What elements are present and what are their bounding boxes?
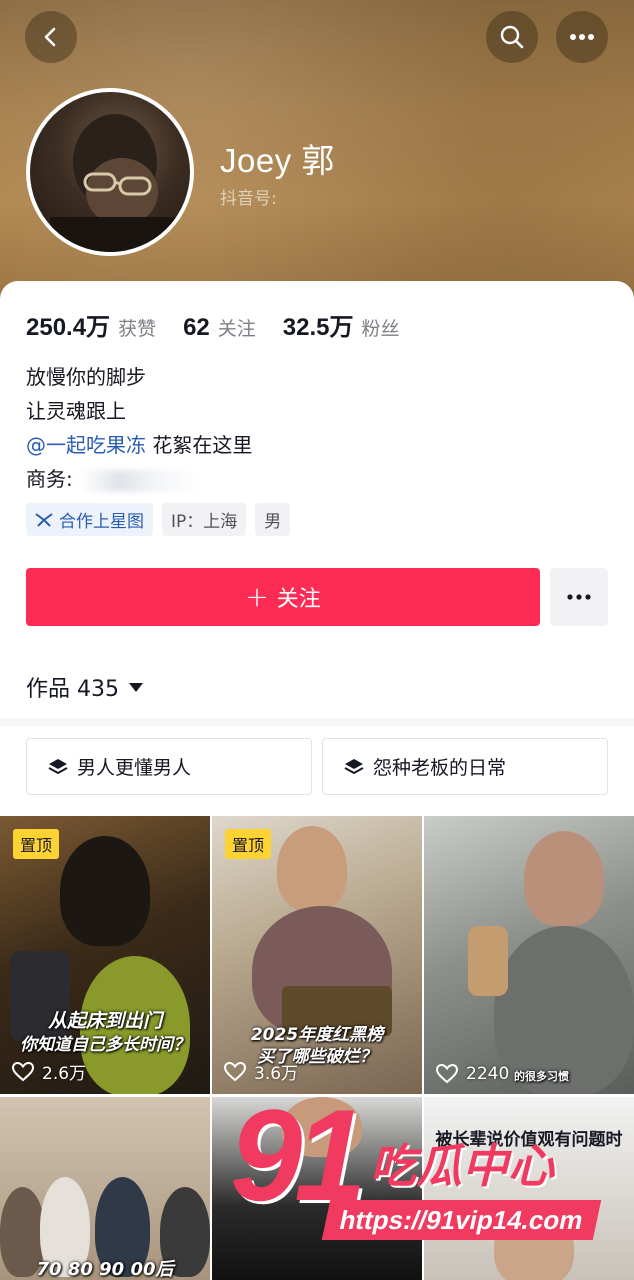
stat-followers[interactable]: 32.5万 粉丝 — [283, 307, 400, 342]
bio-business-line: 商务: — [26, 462, 252, 496]
tags-row: 合作上星图 IP：上海 男 — [26, 503, 299, 536]
blurred-contact — [78, 469, 199, 492]
video-caption: 从起床到出门 — [47, 1010, 162, 1032]
profile-name: Joey 郭 — [220, 142, 335, 179]
caret-down-icon — [129, 682, 143, 692]
more-dots-icon — [567, 594, 591, 600]
stat-likes-label: 获赞 — [118, 318, 157, 340]
watermark-url: https://91vip14.com — [321, 1200, 601, 1240]
stat-likes[interactable]: 250.4万 获赞 — [26, 307, 156, 342]
more-dots-icon — [570, 34, 594, 40]
watermark-text: 吃瓜中心 — [370, 1139, 554, 1193]
stats-row: 250.4万 获赞 62 关注 32.5万 粉丝 — [26, 307, 427, 342]
collection-card[interactable]: 男人更懂男人 — [26, 738, 312, 795]
works-tab[interactable]: 作品 435 — [26, 671, 143, 703]
avatar[interactable] — [26, 88, 194, 256]
follow-button-label: 关注 — [276, 587, 321, 612]
profile-more-button[interactable] — [550, 568, 608, 626]
video-tile[interactable]: 的很多习惯 2240 — [424, 816, 634, 1094]
video-tile[interactable]: 70 80 90 00后 — [0, 1097, 210, 1280]
bio-mention-link[interactable]: @一起吃果冻 — [26, 433, 146, 457]
video-likes: 2240 — [436, 1064, 509, 1084]
back-button[interactable] — [25, 11, 77, 63]
collection-label: 男人更懂男人 — [77, 757, 192, 779]
search-icon — [500, 25, 524, 49]
video-caption: 你知道自己多长时间？ — [20, 1035, 190, 1055]
video-tile[interactable]: 置顶 从起床到出门 你知道自己多长时间？ 2.6万 — [0, 816, 210, 1094]
stat-following-label: 关注 — [217, 318, 256, 340]
heart-icon — [224, 1061, 246, 1081]
bio-mention-line: @一起吃果冻 花絮在这里 — [26, 428, 252, 462]
video-likes-count: 2.6万 — [42, 1064, 87, 1084]
video-caption: 的很多习惯 — [514, 1070, 569, 1083]
works-tab-label: 作品 435 — [26, 677, 119, 702]
bio: 放慢你的脚步 让灵魂跟上 @一起吃果冻 花絮在这里 商务: — [26, 360, 252, 496]
video-likes-count: 2240 — [466, 1064, 510, 1084]
plus-icon: + — [245, 580, 269, 613]
ip-tag: IP：上海 — [162, 503, 247, 536]
bio-line: 让灵魂跟上 — [26, 399, 126, 423]
video-likes: 3.6万 — [224, 1059, 298, 1084]
pinned-badge: 置顶 — [225, 829, 272, 859]
star-map-tag[interactable]: 合作上星图 — [26, 503, 153, 536]
avatar-portrait — [50, 114, 190, 252]
follow-button[interactable]: + 关注 — [26, 568, 540, 626]
video-caption: 70 80 90 00后 — [36, 1259, 174, 1280]
search-button[interactable] — [486, 11, 538, 63]
stat-following[interactable]: 62 关注 — [183, 314, 256, 342]
collections-row: 男人更懂男人 怨种老板的日常 — [26, 738, 618, 795]
more-options-button[interactable] — [556, 11, 608, 63]
stat-followers-value: 32.5万 — [282, 314, 354, 341]
stat-following-value: 62 — [183, 314, 210, 341]
layers-icon — [344, 758, 364, 774]
collection-label: 怨种老板的日常 — [373, 757, 507, 779]
star-map-icon — [35, 512, 53, 527]
stat-followers-label: 粉丝 — [361, 318, 400, 340]
video-likes-count: 3.6万 — [254, 1064, 299, 1084]
bio-mention-suffix: 花絮在这里 — [146, 433, 253, 457]
pinned-badge: 置顶 — [13, 829, 60, 859]
bio-line: 放慢你的脚步 — [26, 365, 146, 389]
heart-icon — [12, 1061, 34, 1081]
back-arrow-icon — [44, 27, 56, 47]
star-map-tag-label: 合作上星图 — [59, 512, 144, 532]
video-tile[interactable]: 置顶 2025年度红黑榜 买了哪些破烂？ 3.6万 — [212, 816, 422, 1094]
bio-business-label: 商务: — [26, 467, 73, 491]
heart-icon — [436, 1064, 458, 1084]
video-likes: 2.6万 — [12, 1059, 86, 1084]
stat-likes-value: 250.4万 — [26, 314, 111, 341]
section-divider — [0, 718, 634, 726]
watermark: 91 吃瓜中心 https://91vip14.com — [230, 1090, 634, 1280]
collection-card[interactable]: 怨种老板的日常 — [322, 738, 608, 795]
douyin-id-label: 抖音号: — [220, 189, 277, 209]
gender-tag: 男 — [255, 503, 291, 536]
layers-icon — [48, 758, 68, 774]
